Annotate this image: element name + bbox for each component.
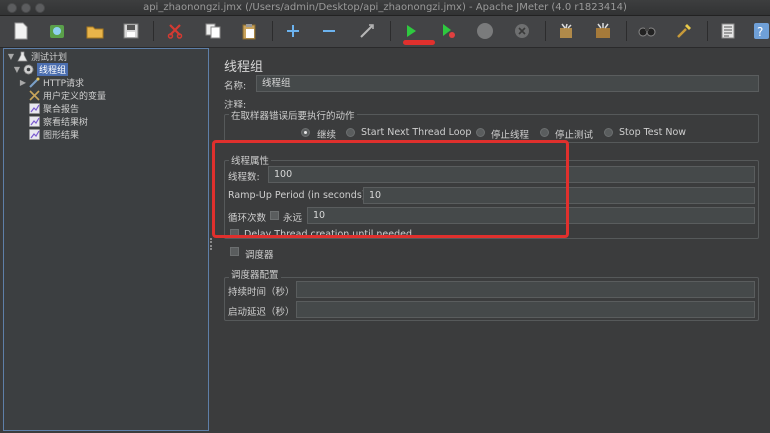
expand-all-button[interactable]	[281, 20, 305, 42]
function-helper-icon	[721, 23, 735, 39]
tree-item-label: 聚合报告	[43, 105, 80, 115]
tree-item-label: 线程组	[37, 63, 69, 76]
expand-arrow-icon[interactable]: ▼	[6, 52, 16, 61]
name-label: 名称:	[224, 81, 247, 92]
new-file-icon	[14, 22, 28, 40]
search-button[interactable]	[635, 20, 659, 42]
clear-all-button[interactable]	[591, 20, 615, 42]
error-action-title: 在取样器错误后要执行的动作	[229, 108, 357, 122]
tree-item-label: 测试计划	[31, 53, 68, 63]
copy-button[interactable]	[201, 20, 225, 42]
copy-icon	[205, 23, 221, 39]
expand-icon	[287, 25, 299, 37]
paste-icon	[242, 23, 256, 39]
clear-icon	[560, 23, 572, 38]
radio-start-next-thread-loop-label: Start Next Thread Loop	[361, 127, 472, 138]
cut-button[interactable]	[163, 20, 187, 42]
start-icon	[407, 25, 416, 37]
tree-item-aggregate-report[interactable]: 聚合报告	[18, 102, 79, 115]
shutdown-button[interactable]	[510, 20, 534, 42]
toggle-button[interactable]	[355, 20, 379, 42]
new-button[interactable]	[9, 20, 33, 42]
listener-chart-icon	[28, 116, 40, 127]
scheduler-config-title: 调度器配置	[229, 267, 281, 281]
function-helper-button[interactable]	[716, 20, 740, 42]
svg-text:?: ?	[757, 25, 763, 39]
radio-continue-label: 继续	[317, 130, 337, 141]
cut-icon	[167, 24, 183, 39]
tree-item-http-request[interactable]: ▶ HTTP请求	[18, 76, 84, 89]
scheduler-label: 调度器	[245, 250, 274, 261]
toggle-icon	[360, 24, 374, 38]
window-title: api_zhaonongzi.jmx (/Users/admin/Desktop…	[143, 2, 627, 13]
duration-field[interactable]	[296, 281, 755, 298]
tree-item-graph-results[interactable]: 图形结果	[18, 128, 79, 141]
scheduler-checkbox[interactable]	[230, 247, 239, 256]
http-sampler-icon	[28, 77, 40, 88]
templates-icon	[50, 25, 64, 38]
name-field[interactable]: 线程组	[256, 75, 759, 92]
toolbar: ?	[0, 16, 770, 48]
help-icon: ?	[754, 23, 769, 39]
start-button-highlight	[403, 40, 435, 45]
test-plan-icon	[16, 51, 28, 62]
open-icon	[86, 26, 104, 39]
help-button[interactable]: ?	[752, 20, 770, 42]
tree-item-label: HTTP请求	[43, 79, 85, 89]
tree-item-user-defined-variables[interactable]: 用户定义的变量	[18, 89, 106, 102]
startup-delay-label: 启动延迟（秒）	[228, 307, 295, 318]
open-button[interactable]	[83, 20, 107, 42]
reset-search-icon	[677, 24, 691, 38]
test-plan-tree: ▼ 测试计划 ▼ 线程组 ▶ HTTP请求 用户定义的变量 聚合报告 察看结果树…	[3, 48, 209, 431]
tree-item-thread-group[interactable]: ▼ 线程组	[12, 63, 69, 76]
radio-continue[interactable]	[301, 128, 310, 137]
save-button[interactable]	[119, 20, 143, 42]
start-button[interactable]	[399, 20, 423, 42]
start-no-pause-icon	[443, 24, 455, 38]
paste-button[interactable]	[237, 20, 261, 42]
start-no-pauses-button[interactable]	[436, 20, 460, 42]
duration-label: 持续时间（秒）	[228, 287, 295, 298]
tree-item-label: 图形结果	[43, 131, 80, 141]
expand-arrow-icon[interactable]: ▼	[12, 65, 22, 74]
tree-item-label: 用户定义的变量	[43, 92, 107, 102]
title-bar: api_zhaonongzi.jmx (/Users/admin/Desktop…	[0, 0, 770, 16]
templates-button[interactable]	[45, 20, 69, 42]
tree-item-view-results-tree[interactable]: 察看结果树	[18, 115, 88, 128]
thread-group-panel: 线程组 名称: 线程组 注释: 在取样器错误后要执行的动作 继续 Start N…	[216, 48, 764, 431]
collapse-icon	[323, 30, 335, 32]
config-variables-icon	[28, 90, 40, 101]
collapse-all-button[interactable]	[317, 20, 341, 42]
shutdown-icon	[515, 24, 529, 38]
page-title: 线程组	[224, 60, 264, 75]
search-icon	[638, 27, 656, 37]
startup-delay-field[interactable]	[296, 301, 755, 318]
radio-stop-thread-label: 停止线程	[491, 130, 530, 141]
radio-stop-test-now[interactable]	[604, 128, 613, 137]
thread-properties-highlight	[212, 140, 569, 238]
radio-stop-test[interactable]	[540, 128, 549, 137]
radio-stop-test-label: 停止测试	[555, 130, 594, 141]
save-icon	[123, 23, 139, 39]
tree-item-test-plan[interactable]: ▼ 测试计划	[6, 50, 67, 63]
listener-chart-icon	[28, 103, 40, 114]
clear-button[interactable]	[554, 20, 578, 42]
stop-icon	[477, 23, 493, 39]
radio-stop-test-now-label: Stop Test Now	[619, 127, 687, 138]
splitter-handle[interactable]	[210, 238, 213, 250]
thread-group-gear-icon	[22, 64, 34, 75]
listener-chart-icon	[28, 129, 40, 140]
reset-search-button[interactable]	[672, 20, 696, 42]
collapse-arrow-icon[interactable]: ▶	[18, 78, 28, 87]
tree-item-label: 察看结果树	[43, 118, 89, 128]
radio-stop-thread[interactable]	[476, 128, 485, 137]
radio-start-next-thread-loop[interactable]	[346, 128, 355, 137]
clear-all-icon	[596, 23, 610, 38]
stop-button[interactable]	[473, 20, 497, 42]
